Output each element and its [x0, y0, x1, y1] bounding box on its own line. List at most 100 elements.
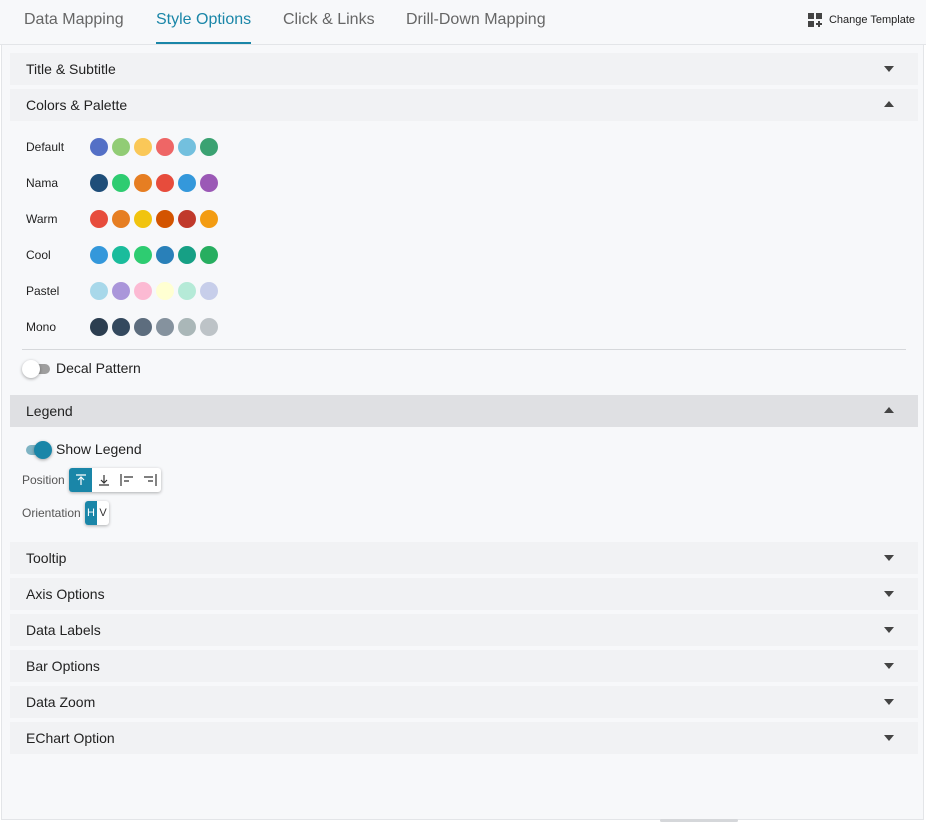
palette-swatches	[90, 318, 218, 336]
decal-pattern-toggle[interactable]	[22, 360, 50, 378]
orientation-horizontal-button[interactable]: H	[85, 501, 97, 525]
color-swatch	[178, 318, 196, 336]
section-label: Data Zoom	[26, 694, 96, 710]
color-swatch	[90, 210, 108, 228]
change-template-button[interactable]: Change Template	[807, 12, 915, 28]
section-title-subtitle[interactable]: Title & Subtitle	[10, 53, 918, 85]
color-swatch	[200, 282, 218, 300]
change-template-label: Change Template	[828, 14, 915, 26]
section-data-labels[interactable]: Data Labels	[10, 614, 918, 646]
palette-swatches	[90, 282, 218, 300]
toggle-knob	[34, 441, 52, 459]
section-legend[interactable]: Legend	[10, 395, 918, 427]
color-swatch	[200, 210, 218, 228]
divider	[22, 349, 906, 350]
section-data-zoom[interactable]: Data Zoom	[10, 686, 918, 718]
color-swatch	[90, 174, 108, 192]
chevron-down-icon	[884, 699, 894, 705]
chevron-up-icon	[884, 101, 894, 107]
show-legend-row: Show Legend	[22, 439, 142, 459]
tab-bar: Data Mapping Style Options Click & Links…	[0, 0, 926, 45]
color-swatch	[200, 138, 218, 156]
toggle-knob	[22, 360, 40, 378]
grid-plus-icon	[807, 13, 822, 27]
color-swatch	[178, 246, 196, 264]
decal-pattern-label: Decal Pattern	[56, 360, 141, 376]
chevron-down-icon	[884, 66, 894, 72]
position-label: Position	[22, 473, 65, 487]
color-swatch	[134, 210, 152, 228]
color-swatch	[156, 282, 174, 300]
section-tooltip[interactable]: Tooltip	[10, 542, 918, 574]
color-swatch	[200, 174, 218, 192]
tab-style-options[interactable]: Style Options	[156, 0, 252, 44]
tab-drill-down-mapping[interactable]: Drill-Down Mapping	[406, 0, 546, 42]
chevron-down-icon	[884, 735, 894, 741]
color-swatch	[134, 138, 152, 156]
style-options-panel: Title & Subtitle Colors & Palette Defaul…	[1, 45, 924, 820]
section-bar-options[interactable]: Bar Options	[10, 650, 918, 682]
color-swatch	[134, 246, 152, 264]
palette-mono[interactable]: Mono	[26, 315, 218, 339]
color-swatch	[178, 210, 196, 228]
color-swatch	[90, 246, 108, 264]
show-legend-label: Show Legend	[56, 441, 142, 457]
palette-name: Mono	[26, 320, 57, 334]
section-colors-palette[interactable]: Colors & Palette	[10, 89, 918, 121]
show-legend-toggle[interactable]	[22, 441, 52, 459]
section-label: Axis Options	[26, 586, 105, 602]
align-bottom-icon	[98, 475, 109, 486]
palette-name: Cool	[26, 248, 51, 262]
color-swatch	[90, 282, 108, 300]
color-swatch	[200, 318, 218, 336]
section-label: Bar Options	[26, 658, 100, 674]
palette-default[interactable]: Default	[26, 135, 218, 159]
section-label: Legend	[26, 403, 73, 419]
position-top-button[interactable]	[69, 468, 92, 492]
section-label: Title & Subtitle	[26, 61, 116, 77]
orientation-vertical-button[interactable]: V	[97, 501, 109, 525]
decal-pattern-row: Decal Pattern	[22, 358, 141, 378]
chevron-down-icon	[884, 591, 894, 597]
align-left-icon	[119, 474, 133, 486]
chevron-down-icon	[884, 663, 894, 669]
section-label: Colors & Palette	[26, 97, 128, 113]
palette-nama[interactable]: Nama	[26, 171, 218, 195]
position-right-button[interactable]	[138, 468, 161, 492]
palette-name: Nama	[26, 176, 59, 190]
tab-data-mapping[interactable]: Data Mapping	[24, 0, 124, 42]
color-swatch	[178, 174, 196, 192]
legend-position-group	[69, 468, 161, 492]
color-swatch	[134, 282, 152, 300]
chevron-down-icon	[884, 555, 894, 561]
color-swatch	[112, 246, 130, 264]
color-swatch	[112, 210, 130, 228]
palette-name: Pastel	[26, 284, 60, 298]
section-label: Data Labels	[26, 622, 101, 638]
palette-warm[interactable]: Warm	[26, 207, 218, 231]
section-label: EChart Option	[26, 730, 115, 746]
section-axis-options[interactable]: Axis Options	[10, 578, 918, 610]
color-swatch	[112, 282, 130, 300]
palette-cool[interactable]: Cool	[26, 243, 218, 267]
palette-name: Warm	[26, 212, 58, 226]
tab-click-links[interactable]: Click & Links	[283, 0, 375, 42]
align-top-icon	[75, 474, 86, 485]
chevron-up-icon	[884, 407, 894, 413]
color-swatch	[134, 174, 152, 192]
color-swatch	[112, 174, 130, 192]
position-bottom-button[interactable]	[92, 468, 115, 492]
legend-orientation-group: H V	[85, 501, 109, 525]
color-swatch	[178, 138, 196, 156]
color-swatch	[90, 318, 108, 336]
color-swatch	[156, 318, 174, 336]
position-left-button[interactable]	[115, 468, 138, 492]
color-swatch	[178, 282, 196, 300]
section-echart-option[interactable]: EChart Option	[10, 722, 918, 754]
color-swatch	[112, 318, 130, 336]
palette-pastel[interactable]: Pastel	[26, 279, 218, 303]
section-label: Tooltip	[26, 550, 67, 566]
color-swatch	[112, 138, 130, 156]
color-swatch	[90, 138, 108, 156]
palette-swatches	[90, 174, 218, 192]
